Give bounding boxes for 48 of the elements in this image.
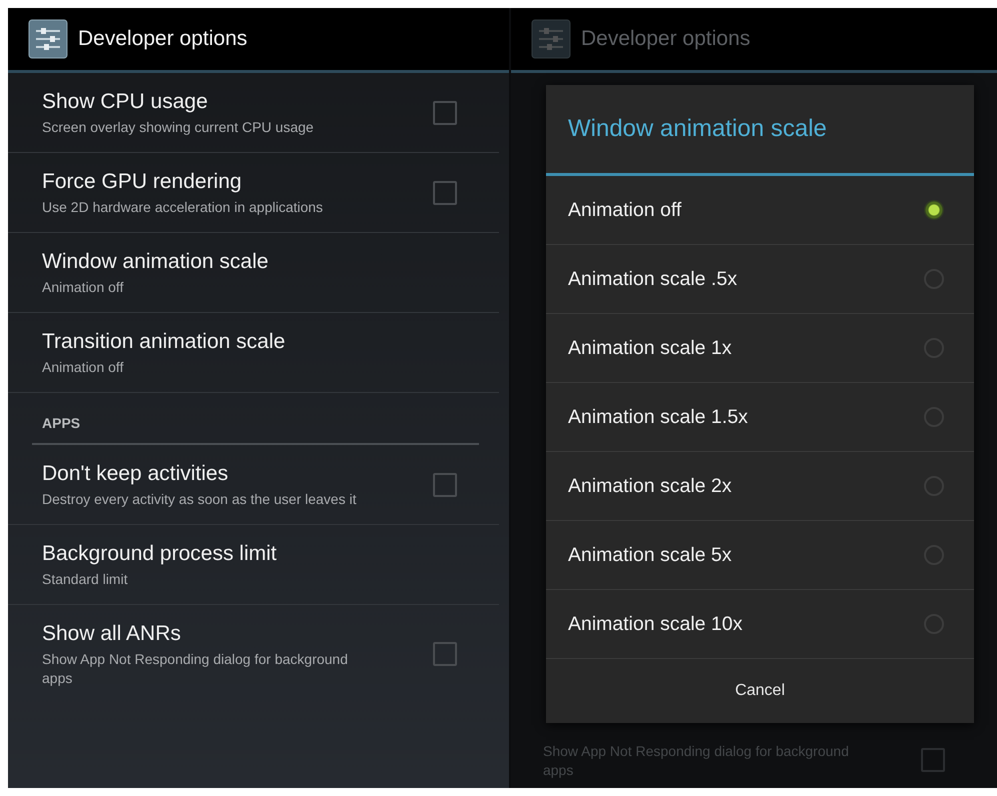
cancel-button[interactable]: Cancel: [546, 659, 974, 723]
preference-item[interactable]: Don't keep activities Destroy every activity as soon as the user leaves it: [8, 445, 499, 525]
radio-button[interactable]: [924, 200, 944, 220]
preference-summary: Animation off: [42, 278, 124, 297]
preference-summary: Animation off: [42, 358, 124, 377]
checkbox[interactable]: [432, 100, 457, 124]
preference-title: Show CPU usage: [42, 89, 209, 115]
preference-item[interactable]: Window animation scale Animation off: [8, 233, 499, 313]
option-label: Animation scale 10x: [568, 612, 742, 636]
radio-option[interactable]: Animation scale 1x: [546, 314, 974, 383]
option-label: Animation scale 2x: [568, 474, 732, 498]
preference-item[interactable]: Show all ANRs Show App Not Responding dialog for background apps: [8, 605, 499, 703]
dialog-title: Window animation scale: [546, 85, 974, 176]
checkbox[interactable]: [432, 180, 457, 204]
radio-option[interactable]: Animation off: [546, 176, 974, 245]
radio-option[interactable]: Animation scale 5x: [546, 521, 974, 590]
preference-item[interactable]: Force GPU rendering Use 2D hardware acceleration in applications: [8, 153, 499, 233]
preference-item[interactable]: Transition animation scale Animation off: [8, 313, 499, 393]
option-label: Animation scale 1.5x: [568, 406, 748, 428]
preference-summary: Show App Not Responding dialog for background apps: [42, 650, 349, 688]
preference-title: Show all ANRs: [42, 621, 182, 647]
preference-title: Transition animation scale: [42, 329, 286, 355]
preference-item[interactable]: Background process limit Standard limit: [8, 525, 499, 605]
option-label: Animation scale 1x: [568, 336, 732, 360]
section-header: APPS: [32, 415, 479, 445]
preference-title: Window animation scale: [42, 249, 270, 275]
preference-title: Don't keep activities: [42, 461, 230, 487]
checkbox[interactable]: [432, 472, 457, 496]
preference-summary: Use 2D hardware acceleration in applications: [42, 198, 324, 217]
preference-summary: Destroy every activity as soon as the user leaves it: [42, 490, 358, 509]
preference-summary: Standard limit: [42, 570, 129, 589]
preference-summary: Show App Not Responding dialog for background apps: [542, 742, 850, 780]
sliders-icon: [530, 19, 571, 59]
option-label: Animation scale .5x: [568, 268, 738, 290]
preference-title: Background process limit: [42, 541, 278, 567]
option-label: Animation off: [568, 198, 682, 222]
preference-item[interactable]: Show CPU usage Screen overlay showing current CPU usage: [8, 73, 499, 153]
option-label: Animation scale 5x: [568, 544, 732, 566]
screen-title: Developer options: [78, 27, 248, 51]
preference-summary: Screen overlay showing current CPU usage: [42, 118, 315, 137]
radio-option[interactable]: Animation scale .5x: [546, 245, 974, 314]
sliders-icon: [28, 19, 68, 59]
screen-title: Developer options: [580, 27, 750, 51]
checkbox[interactable]: [921, 748, 945, 772]
preference-title: Force GPU rendering: [42, 169, 243, 195]
checkbox[interactable]: [432, 642, 457, 666]
radio-option[interactable]: Animation scale 1.5x: [546, 383, 974, 452]
radio-option[interactable]: Animation scale 2x: [546, 452, 974, 521]
